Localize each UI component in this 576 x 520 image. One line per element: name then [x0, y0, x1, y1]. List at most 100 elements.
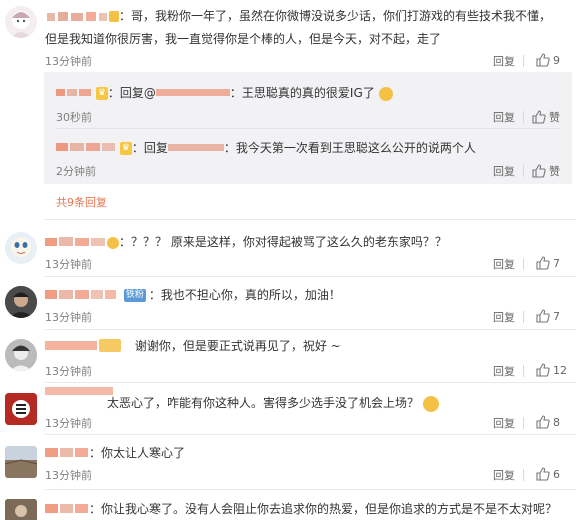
avatar[interactable] — [5, 499, 37, 520]
more-replies-link[interactable]: 共9条回复 — [56, 194, 107, 210]
divider — [45, 276, 576, 277]
reply-button[interactable]: 回复 — [493, 256, 515, 272]
sub-replies-panel: ♛ ：回复@ ：王思聪真的真的很爱IG了 30秒前 回复 赞 ♛ ：回复 ：我今天第一次… — [44, 72, 572, 184]
thumbs-up-icon — [536, 309, 550, 323]
username-redacted[interactable] — [45, 10, 119, 23]
comment-text: 我也不担心你，真的所以，加油！ — [160, 288, 341, 302]
timestamp: 13分钟前 — [45, 365, 92, 378]
like-count: 8 — [553, 415, 560, 429]
reply-prefix: ：回复@ — [107, 86, 156, 100]
comment-text: 谢谢你，但是要正式说再见了，祝好 ~ — [134, 339, 341, 353]
emoji-icon — [378, 86, 393, 101]
like-button[interactable]: 赞 — [532, 109, 560, 125]
username-redacted[interactable] — [45, 502, 89, 518]
like-label: 赞 — [549, 165, 560, 178]
username-redacted[interactable] — [45, 385, 115, 400]
reply-button[interactable]: 回复 — [493, 415, 515, 431]
divider — [45, 219, 576, 220]
comment-text: 太恶心了，咋能有你这种人。害得多少选手没了机会上场？ — [107, 396, 420, 410]
timestamp: 13分钟前 — [45, 311, 92, 324]
like-button[interactable]: 7 — [536, 309, 560, 323]
reply-button[interactable]: 回复 — [493, 467, 515, 483]
like-button[interactable]: 12 — [536, 363, 567, 377]
like-count: 12 — [553, 363, 567, 377]
timestamp: 13分钟前 — [45, 469, 92, 482]
comment-body: 铁粉 ：我也不担心你，真的所以，加油！ — [45, 286, 341, 304]
comment-item: 谢谢你，但是要正式说再见了，祝好 ~ 13分钟前 回复 12 — [0, 331, 576, 383]
divider — [523, 469, 524, 481]
vip-badge-icon — [107, 236, 119, 249]
comment-item: ：？？？ 原来是这样，你对得起被骂了这么久的老东家吗？？ 13分钟前 回复 7 — [0, 222, 576, 276]
like-count: 7 — [553, 309, 560, 323]
like-count: 6 — [553, 467, 560, 481]
avatar[interactable] — [5, 6, 37, 38]
comment-body: ：你让我心寒了。没有人会阻止你去追求你的热爱，但是你追求的方式是不是不太对呢？ — [45, 500, 557, 518]
like-count: 9 — [553, 53, 560, 67]
divider — [523, 111, 524, 123]
sub-reply-body: ♛ ：回复 ：我今天第一次看到王思聪这么公开的说两个人 — [56, 139, 476, 156]
timestamp: 13分钟前 — [45, 417, 92, 430]
comment-body: ：哥，我粉你一年了，虽然在你微博没说多少话，你们打游戏的有些技术我不懂， — [45, 7, 551, 24]
divider — [45, 329, 576, 330]
comment-text: ：？？？ 原来是这样，你对得起被骂了这么久的老东家吗？？ — [119, 235, 447, 249]
timestamp: 13分钟前 — [45, 258, 92, 271]
username-redacted[interactable] — [56, 86, 92, 101]
username-redacted[interactable] — [45, 446, 89, 462]
reply-button[interactable]: 回复 — [493, 309, 515, 325]
avatar[interactable] — [5, 232, 37, 264]
divider — [523, 258, 524, 270]
divider — [45, 489, 576, 490]
divider — [523, 417, 524, 429]
divider — [56, 128, 560, 129]
timestamp: 13分钟前 — [45, 55, 92, 68]
comment-text: 你太让人寒心了 — [101, 446, 186, 460]
timestamp: 30秒前 — [56, 111, 92, 124]
like-count: 7 — [553, 256, 560, 270]
mention-redacted[interactable] — [167, 141, 224, 156]
comment-text: ：哥，我粉你一年了，虽然在你微博没说多少话，你们打游戏的有些技术我不懂， — [119, 9, 552, 23]
thumbs-up-icon — [536, 467, 550, 481]
reply-button[interactable]: 回复 — [493, 363, 515, 379]
crying-emoji-icon — [422, 395, 439, 412]
vip-badge-icon: ♛ — [119, 142, 132, 155]
reply-button[interactable]: 回复 — [493, 109, 515, 125]
divider — [523, 311, 524, 323]
thumbs-up-icon — [536, 363, 550, 377]
like-button[interactable]: 7 — [536, 256, 560, 270]
comment-item: 铁粉 ：我也不担心你，真的所以，加油！ 13分钟前 回复 7 — [0, 278, 576, 330]
comment-item: ：你太让人寒心了 13分钟前 回复 6 — [0, 436, 576, 490]
like-button[interactable]: 6 — [536, 467, 560, 481]
comment-body: 太恶心了，咋能有你这种人。害得多少选手没了机会上场？ — [107, 394, 439, 412]
like-button[interactable]: 8 — [536, 415, 560, 429]
thumbs-up-icon — [536, 256, 550, 270]
username-redacted[interactable] — [45, 288, 117, 304]
username-redacted[interactable] — [56, 141, 116, 156]
fan-badge: 铁粉 — [123, 289, 146, 302]
reply-button[interactable]: 回复 — [493, 163, 515, 179]
sub-reply-text: ：王思聪真的真的很爱IG了 — [229, 86, 375, 100]
sub-reply-body: ♛ ：回复@ ：王思聪真的真的很爱IG了 — [56, 84, 393, 101]
comment-item: ：你让我心寒了。没有人会阻止你去追求你的热爱，但是你追求的方式是不是不太对呢？ — [0, 491, 576, 520]
like-button[interactable]: 9 — [536, 53, 560, 67]
thumbs-up-icon — [532, 164, 546, 178]
comment-item: ：哥，我粉你一年了，虽然在你微博没说多少话，你们打游戏的有些技术我不懂， 但是我… — [0, 0, 576, 209]
like-label: 赞 — [549, 111, 560, 124]
comment-item: 太恶心了，咋能有你这种人。害得多少选手没了机会上场？ 13分钟前 回复 8 — [0, 383, 576, 435]
comment-body: ：？？？ 原来是这样，你对得起被骂了这么久的老东家吗？？ — [45, 233, 447, 251]
avatar[interactable] — [5, 393, 37, 425]
like-button[interactable]: 赞 — [532, 163, 560, 179]
comment-feed: ：哥，我粉你一年了，虽然在你微博没说多少话，你们打游戏的有些技术我不懂， 但是我… — [0, 0, 576, 520]
avatar[interactable] — [5, 446, 37, 478]
reply-button[interactable]: 回复 — [493, 53, 515, 69]
timestamp: 2分钟前 — [56, 165, 96, 178]
comment-text: 你让我心寒了。没有人会阻止你去追求你的热爱，但是你追求的方式是不是不太对呢？ — [101, 502, 558, 516]
comment-body: ：你太让人寒心了 — [45, 444, 185, 462]
divider — [523, 55, 524, 67]
avatar[interactable] — [5, 339, 37, 371]
sub-reply-text: ：我今天第一次看到王思聪这么公开的说两个人 — [223, 141, 476, 155]
divider — [523, 165, 524, 177]
username-redacted[interactable] — [45, 338, 123, 356]
mention-redacted[interactable] — [155, 86, 230, 101]
username-redacted[interactable] — [45, 235, 107, 251]
avatar[interactable] — [5, 286, 37, 318]
